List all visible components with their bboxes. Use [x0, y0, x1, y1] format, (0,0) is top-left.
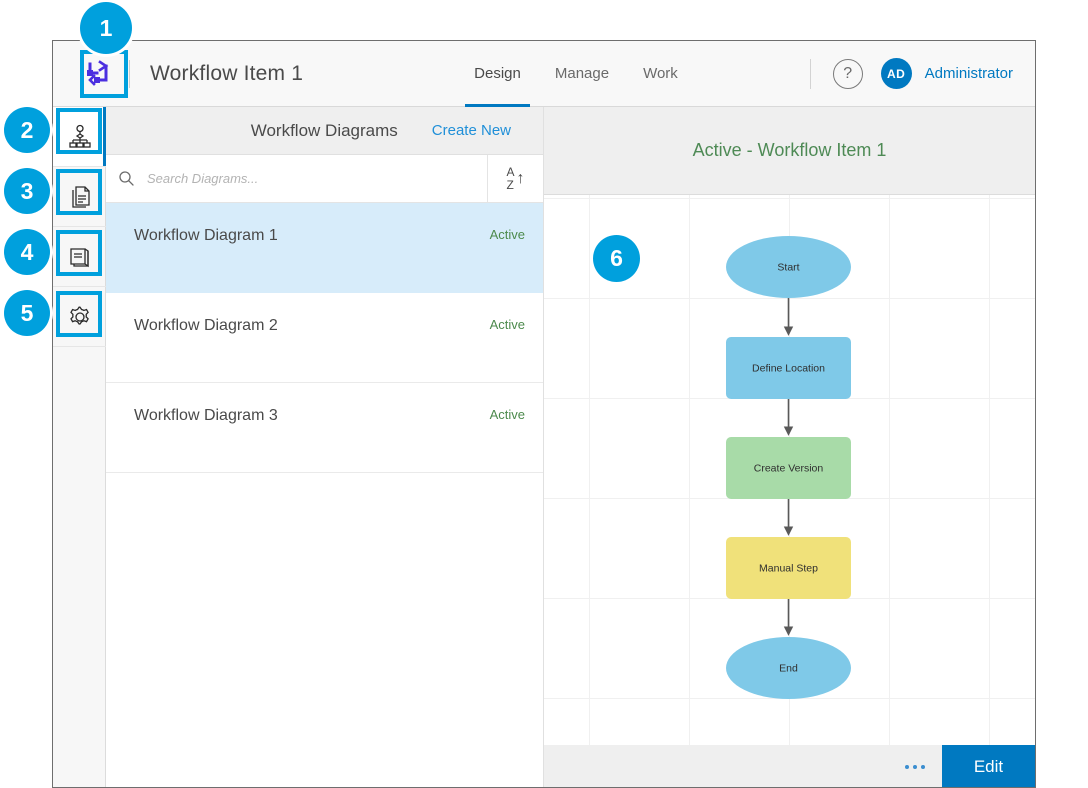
- pages-stack-icon: [67, 244, 93, 270]
- flow-node-label: End: [779, 663, 798, 675]
- header-divider: [129, 60, 130, 88]
- flow-node-label: Start: [777, 262, 799, 274]
- callout-badge-1: 1: [80, 2, 132, 54]
- search-box[interactable]: [106, 155, 488, 202]
- tab-design[interactable]: Design: [457, 41, 538, 107]
- left-icon-rail: [53, 107, 106, 788]
- list-item[interactable]: Workflow Diagram 2 Active: [106, 293, 543, 383]
- flow-node[interactable]: Start: [726, 236, 851, 298]
- flow-node-label: Define Location: [752, 363, 825, 375]
- tab-work[interactable]: Work: [626, 41, 695, 107]
- sidebar-item-templates[interactable]: [53, 167, 106, 227]
- callout-badge-6: 6: [593, 235, 640, 282]
- sidebar-item-views[interactable]: [53, 227, 106, 287]
- flow-node[interactable]: Create Version: [726, 437, 851, 499]
- list-item[interactable]: Workflow Diagram 1 Active: [106, 203, 543, 293]
- canvas-title: Active - Workflow Item 1: [693, 140, 887, 161]
- list-item-name: Workflow Diagram 3: [134, 407, 278, 425]
- diagram-list-title: Workflow Diagrams: [251, 121, 398, 141]
- search-icon: [118, 170, 135, 187]
- callout-badge-3: 3: [4, 168, 50, 214]
- edit-button[interactable]: Edit: [942, 745, 1035, 788]
- diagram-canvas-panel: Active - Workflow Item 1 Start Define Loc…: [544, 107, 1035, 788]
- callout-badge-2: 2: [4, 107, 50, 153]
- sort-letter-top: A: [506, 166, 514, 178]
- status-badge: Active: [490, 317, 525, 332]
- header-right-divider: [810, 59, 811, 89]
- flow-node[interactable]: Define Location: [726, 337, 851, 399]
- sidebar-item-settings[interactable]: [53, 287, 106, 347]
- header-right-group: ? AD Administrator: [810, 58, 1035, 89]
- status-badge: Active: [490, 227, 525, 242]
- list-item[interactable]: Workflow Diagram 3 Active: [106, 383, 543, 473]
- workflow-process-icon[interactable]: [81, 57, 115, 91]
- question-mark-icon[interactable]: ?: [833, 59, 863, 89]
- list-item-name: Workflow Diagram 2: [134, 317, 278, 335]
- diagram-list-header: Workflow Diagrams Create New: [106, 107, 543, 155]
- sort-arrow-icon: ↑: [517, 171, 525, 187]
- application-window: Workflow Item 1 Design Manage Work ? AD …: [52, 40, 1036, 788]
- ellipsis-icon[interactable]: [888, 745, 942, 788]
- diagram-hierarchy-icon: [67, 124, 93, 150]
- sort-az-ascending-icon[interactable]: A Z ↑: [488, 155, 543, 202]
- search-row: A Z ↑: [106, 155, 543, 203]
- gear-icon: [67, 304, 93, 330]
- canvas-header: Active - Workflow Item 1: [544, 107, 1035, 195]
- tab-manage[interactable]: Manage: [538, 41, 626, 107]
- sidebar-item-diagrams[interactable]: [53, 107, 106, 167]
- create-new-button[interactable]: Create New: [432, 122, 511, 139]
- callout-badge-5: 5: [4, 290, 50, 336]
- avatar[interactable]: AD: [881, 58, 912, 89]
- main-nav-tabs: Design Manage Work: [457, 41, 695, 107]
- page-title: Workflow Item 1: [150, 62, 303, 86]
- list-item-name: Workflow Diagram 1: [134, 227, 278, 245]
- canvas-footer-toolbar: Edit: [544, 745, 1035, 788]
- callout-badge-4: 4: [4, 229, 50, 275]
- user-name-label[interactable]: Administrator: [925, 65, 1013, 82]
- flow-node[interactable]: Manual Step: [726, 537, 851, 599]
- sort-letter-bottom: Z: [506, 179, 514, 191]
- flow-node-label: Manual Step: [759, 563, 818, 575]
- documents-icon: [67, 184, 93, 210]
- status-badge: Active: [490, 407, 525, 422]
- app-header: Workflow Item 1 Design Manage Work ? AD …: [53, 41, 1035, 107]
- search-input[interactable]: [147, 171, 487, 186]
- flow-node-label: Create Version: [754, 463, 824, 475]
- diagram-list-panel: Workflow Diagrams Create New: [106, 107, 544, 788]
- flow-node[interactable]: End: [726, 637, 851, 699]
